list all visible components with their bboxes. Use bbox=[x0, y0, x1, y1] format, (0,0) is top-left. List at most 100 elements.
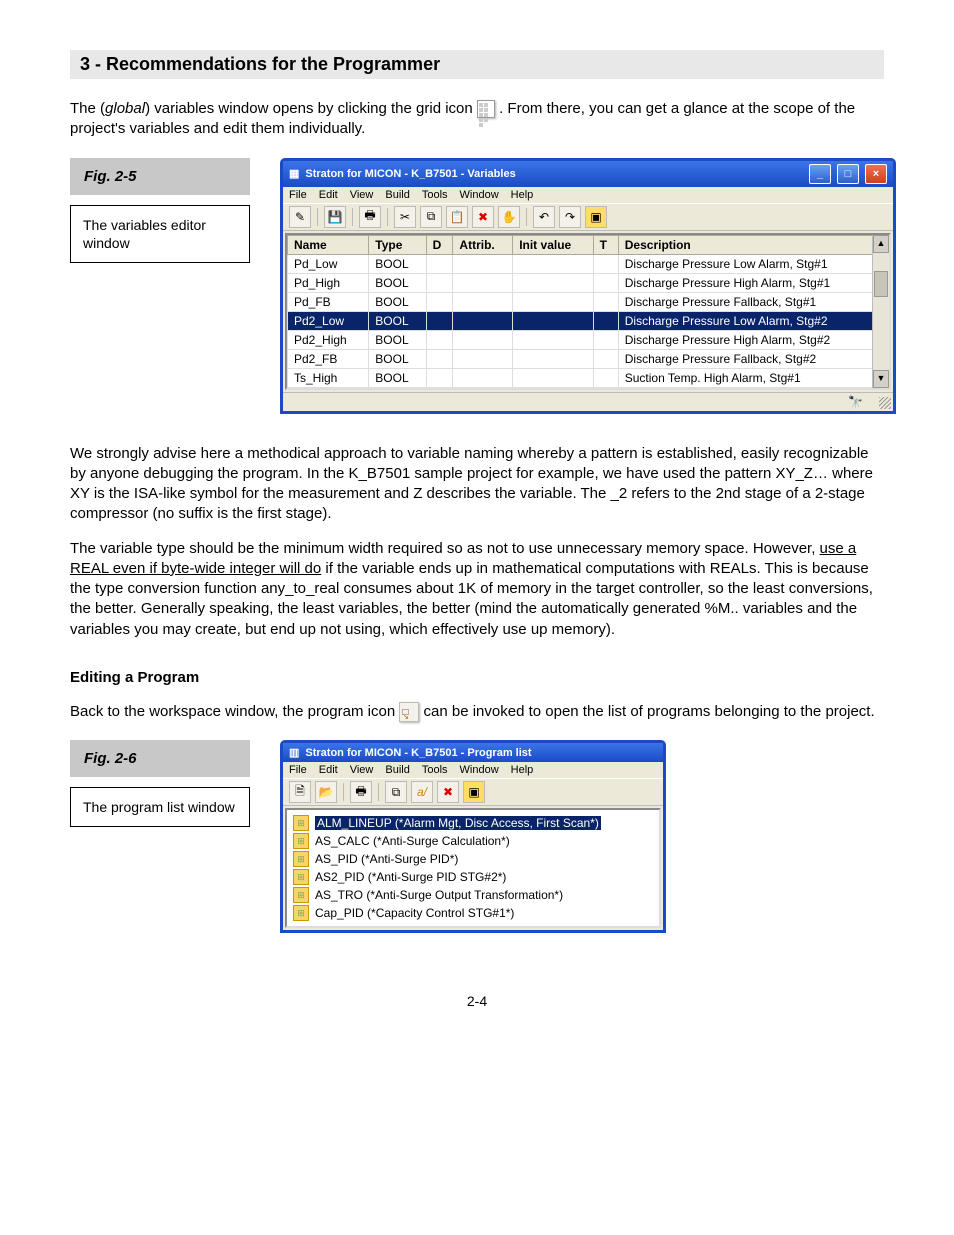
redo-button-icon[interactable]: ↷ bbox=[559, 206, 581, 228]
table-row[interactable]: Pd2_LowBOOLDischarge Pressure Low Alarm,… bbox=[288, 311, 889, 330]
vars-intro: The (global) variables window opens by c… bbox=[70, 99, 884, 140]
toolbar: ✎ 💾 🖶 ✂ ⧉ 📋 ✖ ✋ ↶ ↷ ▣ bbox=[283, 203, 893, 231]
table-row[interactable]: Pd_LowBOOLDischarge Pressure Low Alarm, … bbox=[288, 254, 889, 273]
program-list[interactable]: ⊞ ALM_LINEUP (*Alarm Mgt, Disc Access, Fi… bbox=[285, 808, 661, 928]
binoculars-icon[interactable]: 🔭 bbox=[848, 395, 863, 409]
table-row[interactable]: Ts_HighBOOLSuction Temp. High Alarm, Stg… bbox=[288, 368, 889, 387]
prog-intro: Back to the workspace window, the progra… bbox=[70, 702, 884, 722]
list-item[interactable]: ⊞ AS_CALC (*Anti-Surge Calculation*) bbox=[289, 832, 657, 850]
col-attrib.[interactable]: Attrib. bbox=[453, 235, 513, 254]
scroll-thumb[interactable] bbox=[874, 271, 888, 297]
figure-2-6-label: Fig. 2-6 bbox=[70, 740, 250, 777]
program-label: AS_PID (*Anti-Surge PID*) bbox=[315, 852, 458, 866]
figure-2-5-label: Fig. 2-5 bbox=[70, 158, 250, 195]
delete-button-icon[interactable]: ✖ bbox=[472, 206, 494, 228]
program-list-window: ▥ Straton for MICON - K_B7501 - Program … bbox=[280, 740, 666, 933]
proglist-toolbar: 🗎 📂 🖶 ⧉ a/ ✖ ▣ bbox=[283, 778, 663, 806]
pmenu-view[interactable]: View bbox=[350, 764, 374, 776]
open-prog-icon[interactable]: 📂 bbox=[315, 781, 337, 803]
close-button[interactable]: × bbox=[865, 164, 887, 184]
list-item[interactable]: ⊞ AS_PID (*Anti-Surge PID*) bbox=[289, 850, 657, 868]
variables-window: ▦ Straton for MICON - K_B7501 - Variable… bbox=[280, 158, 896, 414]
col-name[interactable]: Name bbox=[288, 235, 369, 254]
variables-grid[interactable]: NameTypeDAttrib.Init valueTDescription P… bbox=[285, 233, 891, 390]
grid-icon bbox=[477, 100, 495, 118]
new-prog-icon[interactable]: 🗎 bbox=[289, 781, 311, 803]
program-icon: ⊞ bbox=[293, 851, 309, 867]
menu-file[interactable]: File bbox=[289, 189, 307, 201]
status-bar: 🔭 bbox=[283, 392, 893, 411]
pmenu-tools[interactable]: Tools bbox=[422, 764, 448, 776]
exec-button-icon[interactable]: ▣ bbox=[585, 206, 607, 228]
pmenu-help[interactable]: Help bbox=[511, 764, 534, 776]
vars-para-1: We strongly advise here a methodical app… bbox=[70, 444, 884, 525]
vertical-scrollbar[interactable]: ▲ ▼ bbox=[872, 235, 889, 388]
col-d[interactable]: D bbox=[426, 235, 453, 254]
rename-prog-icon[interactable]: a/ bbox=[411, 781, 433, 803]
program-list-icon bbox=[399, 702, 419, 722]
scroll-up-icon[interactable]: ▲ bbox=[873, 235, 889, 253]
menu-window[interactable]: Window bbox=[460, 189, 499, 201]
delete-prog-icon[interactable]: ✖ bbox=[437, 781, 459, 803]
list-item[interactable]: ⊞ AS_TRO (*Anti-Surge Output Transformati… bbox=[289, 886, 657, 904]
new-button-icon[interactable]: ✎ bbox=[289, 206, 311, 228]
proglist-titlebar[interactable]: ▥ Straton for MICON - K_B7501 - Program … bbox=[283, 743, 663, 762]
app-icon: ▦ bbox=[289, 167, 299, 180]
cut-button-icon[interactable]: ✂ bbox=[394, 206, 416, 228]
list-item[interactable]: ⊞ AS2_PID (*Anti-Surge PID STG#2*) bbox=[289, 868, 657, 886]
program-label: AS_TRO (*Anti-Surge Output Transformatio… bbox=[315, 888, 563, 902]
col-type[interactable]: Type bbox=[369, 235, 426, 254]
col-t[interactable]: T bbox=[593, 235, 618, 254]
program-icon: ⊞ bbox=[293, 905, 309, 921]
proglist-menu-bar: File Edit View Build Tools Window Help bbox=[283, 762, 663, 778]
resize-grip-icon[interactable] bbox=[879, 397, 891, 409]
program-label: ALM_LINEUP (*Alarm Mgt, Disc Access, Fir… bbox=[315, 816, 601, 830]
list-item[interactable]: ⊞ Cap_PID (*Capacity Control STG#1*) bbox=[289, 904, 657, 922]
page-number: 2-4 bbox=[70, 993, 884, 1009]
proglist-title: Straton for MICON - K_B7501 - Program li… bbox=[305, 747, 531, 759]
menu-build[interactable]: Build bbox=[385, 189, 409, 201]
paste-button-icon[interactable]: 📋 bbox=[446, 206, 468, 228]
figure-2-5-caption: The variables editor window bbox=[70, 205, 250, 263]
menu-help[interactable]: Help bbox=[511, 189, 534, 201]
program-label: AS_CALC (*Anti-Surge Calculation*) bbox=[315, 834, 510, 848]
list-item[interactable]: ⊞ALM_LINEUP (*Alarm Mgt, Disc Access, Fi… bbox=[289, 814, 657, 832]
col-description[interactable]: Description bbox=[618, 235, 888, 254]
menu-bar: File Edit View Build Tools Window Help bbox=[283, 187, 893, 203]
pmenu-build[interactable]: Build bbox=[385, 764, 409, 776]
program-icon: ⊞ bbox=[293, 869, 309, 885]
subsection-editing: Editing a Program bbox=[70, 668, 884, 688]
table-row[interactable]: Pd2_FBBOOLDischarge Pressure Fallback, S… bbox=[288, 349, 889, 368]
exec-prog-icon[interactable]: ▣ bbox=[463, 781, 485, 803]
menu-view[interactable]: View bbox=[350, 189, 374, 201]
minimize-button[interactable]: _ bbox=[809, 164, 831, 184]
window-title: Straton for MICON - K_B7501 - Variables bbox=[305, 168, 515, 180]
table-row[interactable]: Pd2_HighBOOLDischarge Pressure High Alar… bbox=[288, 330, 889, 349]
maximize-button[interactable]: □ bbox=[837, 164, 859, 184]
pmenu-edit[interactable]: Edit bbox=[319, 764, 338, 776]
table-row[interactable]: Pd_HighBOOLDischarge Pressure High Alarm… bbox=[288, 273, 889, 292]
proglist-app-icon: ▥ bbox=[289, 746, 299, 759]
col-init value[interactable]: Init value bbox=[513, 235, 593, 254]
print-button-icon[interactable]: 🖶 bbox=[359, 206, 381, 228]
undo-button-icon[interactable]: ↶ bbox=[533, 206, 555, 228]
menu-edit[interactable]: Edit bbox=[319, 189, 338, 201]
program-icon: ⊞ bbox=[293, 833, 309, 849]
variables-titlebar[interactable]: ▦ Straton for MICON - K_B7501 - Variable… bbox=[283, 161, 893, 187]
program-icon: ⊞ bbox=[293, 887, 309, 903]
print-prog-icon[interactable]: 🖶 bbox=[350, 781, 372, 803]
copy-prog-icon[interactable]: ⧉ bbox=[385, 781, 407, 803]
save-button-icon[interactable]: 💾 bbox=[324, 206, 346, 228]
menu-tools[interactable]: Tools bbox=[422, 189, 448, 201]
pmenu-file[interactable]: File bbox=[289, 764, 307, 776]
table-row[interactable]: Pd_FBBOOLDischarge Pressure Fallback, St… bbox=[288, 292, 889, 311]
section-heading: 3 - Recommendations for the Programmer bbox=[70, 50, 884, 79]
program-label: AS2_PID (*Anti-Surge PID STG#2*) bbox=[315, 870, 506, 884]
copy-button-icon[interactable]: ⧉ bbox=[420, 206, 442, 228]
hand-button-icon[interactable]: ✋ bbox=[498, 206, 520, 228]
scroll-down-icon[interactable]: ▼ bbox=[873, 370, 889, 388]
program-label: Cap_PID (*Capacity Control STG#1*) bbox=[315, 906, 514, 920]
pmenu-window[interactable]: Window bbox=[460, 764, 499, 776]
vars-para-2: The variable type should be the minimum … bbox=[70, 539, 884, 640]
figure-2-6-caption: The program list window bbox=[70, 787, 250, 827]
